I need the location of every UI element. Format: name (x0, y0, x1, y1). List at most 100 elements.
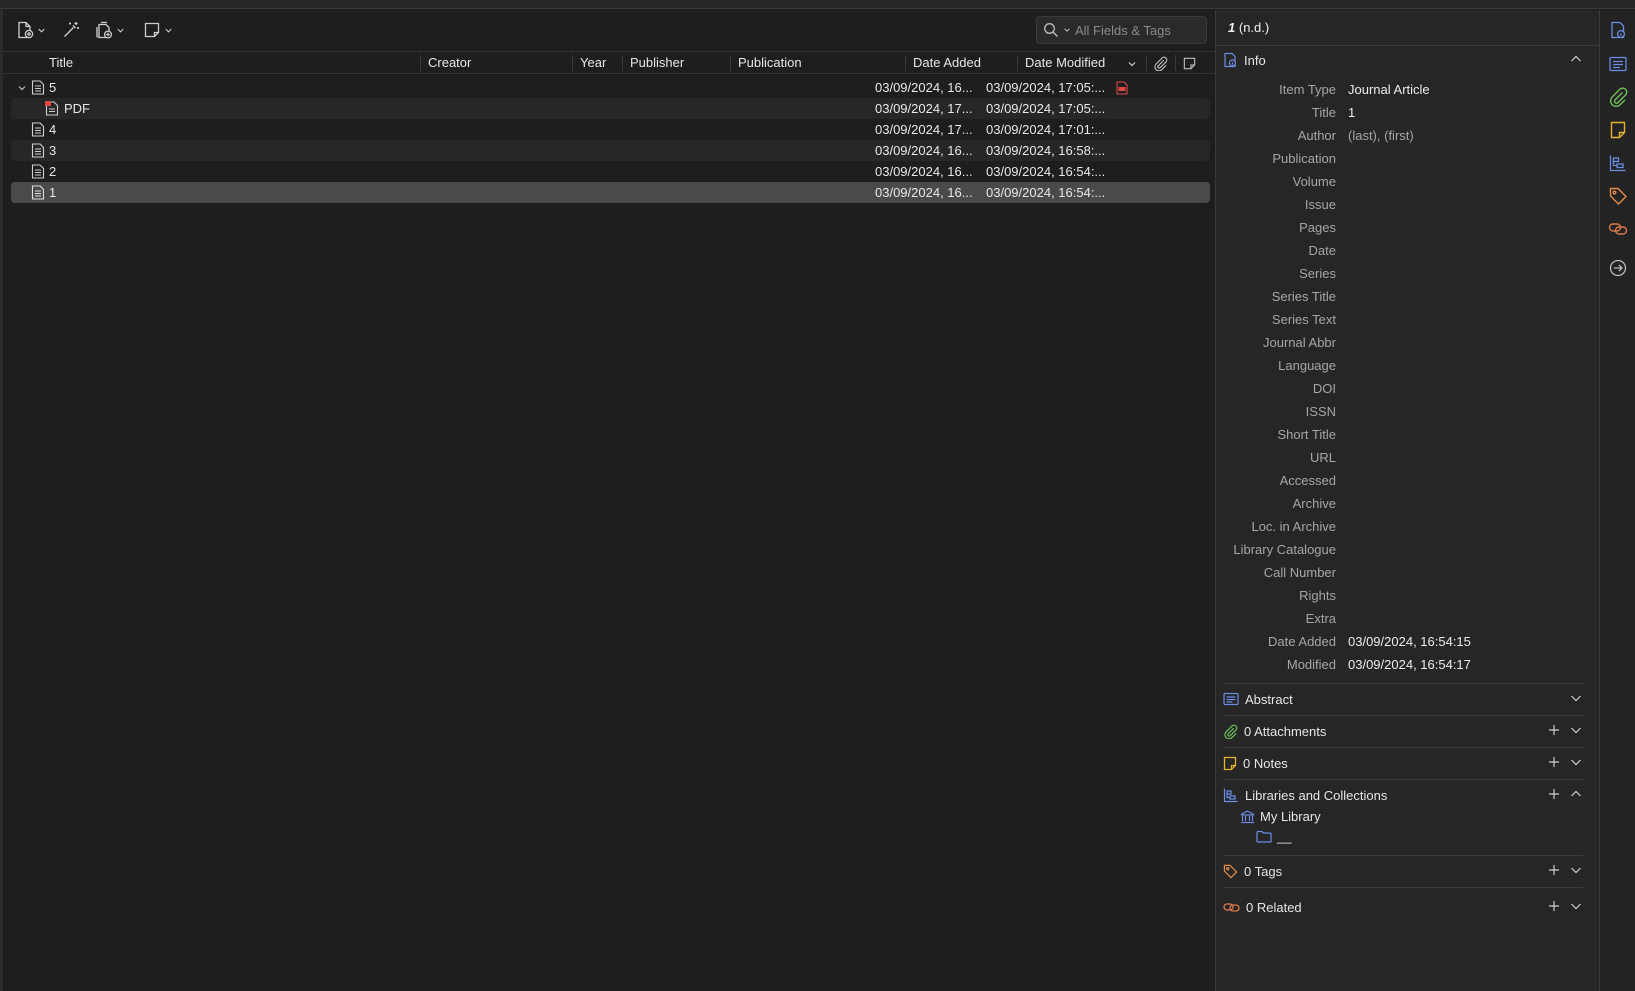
chevron-down-icon[interactable] (1569, 691, 1583, 705)
row-title: 1 (49, 185, 57, 200)
section-title: Info (1244, 52, 1266, 68)
table-row[interactable]: 3 03/09/2024, 16... 03/09/2024, 16:58:..… (11, 140, 1210, 161)
attachments-column-icon[interactable] (1153, 56, 1168, 71)
add-by-identifier-button[interactable] (61, 18, 81, 42)
chevron-down-icon[interactable] (1569, 755, 1583, 769)
info-nav-icon[interactable] (1608, 20, 1628, 40)
section-title: 0 Tags (1244, 863, 1283, 879)
search-mode-chevron-icon[interactable] (1063, 26, 1071, 34)
library-row[interactable]: My Library (1240, 809, 1321, 824)
add-icon[interactable] (1547, 863, 1561, 877)
add-icon[interactable] (1547, 899, 1561, 913)
column-divider[interactable] (420, 55, 421, 71)
row-title: PDF (64, 101, 90, 116)
item-pane: 1 (n.d.) Info Item Type Journal Article … (1215, 10, 1599, 991)
add-attachment-button[interactable] (94, 18, 125, 42)
section-title: Abstract (1245, 691, 1293, 707)
new-note-button[interactable] (142, 18, 173, 42)
column-divider[interactable] (1175, 55, 1176, 71)
column-publisher[interactable]: Publisher (624, 52, 728, 74)
column-divider[interactable] (1017, 55, 1018, 71)
notes-nav-icon[interactable] (1608, 120, 1628, 140)
field-label-volume: Volume (1292, 174, 1336, 189)
field-label-series: Series (1299, 266, 1336, 281)
section-libraries-header[interactable]: Libraries and Collections (1223, 783, 1583, 807)
chevron-up-icon[interactable] (1569, 787, 1583, 801)
column-date-added[interactable]: Date Added (907, 52, 1015, 74)
column-publication[interactable]: Publication (732, 52, 902, 74)
pdf-attachment-icon[interactable] (1116, 81, 1128, 95)
chevron-up-icon[interactable] (1569, 52, 1583, 66)
libraries-collections-nav-icon[interactable] (1608, 153, 1628, 173)
add-icon[interactable] (1547, 787, 1561, 801)
document-icon (31, 143, 45, 158)
field-value-author[interactable]: (last), (first) (1348, 128, 1414, 143)
section-divider (1223, 747, 1583, 748)
table-row[interactable]: 2 03/09/2024, 16... 03/09/2024, 16:54:..… (11, 161, 1210, 182)
column-divider[interactable] (572, 55, 573, 71)
column-year[interactable]: Year (574, 52, 622, 74)
search-input[interactable] (1075, 22, 1195, 38)
row-date-modified: 03/09/2024, 16:58:... (986, 143, 1106, 158)
column-title[interactable]: Title (43, 52, 403, 74)
row-date-added: 03/09/2024, 16... (875, 143, 973, 158)
field-label-short-title: Short Title (1277, 427, 1336, 442)
sort-descending-icon[interactable] (1127, 59, 1137, 69)
column-divider[interactable] (1146, 55, 1147, 71)
row-title: 5 (49, 80, 57, 95)
add-icon[interactable] (1547, 723, 1561, 737)
table-row[interactable]: 5 03/09/2024, 16... 03/09/2024, 17:05:..… (11, 77, 1210, 98)
field-label-url: URL (1309, 450, 1336, 465)
document-icon (31, 80, 45, 95)
field-label-title: Title (1311, 105, 1336, 120)
tags-nav-icon[interactable] (1608, 186, 1628, 206)
chevron-down-icon[interactable] (1569, 863, 1583, 877)
field-value-item-type[interactable]: Journal Article (1348, 82, 1430, 97)
field-label-pages: Pages (1299, 220, 1336, 235)
notes-column-icon[interactable] (1182, 56, 1197, 71)
items-pane: Title Creator Year Publisher Publication… (3, 10, 1215, 991)
section-attachments-header[interactable]: 0 Attachments (1223, 719, 1583, 743)
column-creator[interactable]: Creator (422, 52, 562, 74)
expand-twisty-icon[interactable] (17, 83, 27, 93)
section-tags-header[interactable]: 0 Tags (1223, 859, 1583, 883)
field-label-language: Language (1278, 358, 1336, 373)
section-abstract-header[interactable]: Abstract (1223, 687, 1583, 711)
section-notes-header[interactable]: 0 Notes (1223, 751, 1583, 775)
column-date-modified[interactable]: Date Modified (1019, 52, 1129, 74)
table-row[interactable]: PDF 03/09/2024, 17... 03/09/2024, 17:05:… (11, 98, 1210, 119)
collection-name: __ (1277, 829, 1292, 844)
search-icon[interactable] (1043, 22, 1059, 38)
row-date-added: 03/09/2024, 17... (875, 122, 973, 137)
column-divider[interactable] (905, 55, 906, 71)
chevron-down-icon[interactable] (1569, 723, 1583, 737)
field-value-title[interactable]: 1 (1348, 105, 1355, 120)
related-nav-icon[interactable] (1608, 219, 1628, 239)
column-divider[interactable] (622, 55, 623, 71)
field-label-date: Date (1308, 243, 1336, 258)
field-label-series-title: Series Title (1271, 289, 1336, 304)
locate-nav-icon[interactable] (1608, 258, 1628, 278)
abstract-nav-icon[interactable] (1608, 54, 1628, 74)
section-related-header[interactable]: 0 Related (1223, 895, 1583, 919)
document-icon (31, 185, 45, 200)
table-row[interactable]: 4 03/09/2024, 17... 03/09/2024, 17:01:..… (11, 119, 1210, 140)
document-icon (31, 122, 45, 137)
section-title: 0 Related (1246, 899, 1302, 915)
section-info-header[interactable]: Info (1223, 48, 1583, 72)
collection-row[interactable]: __ (1256, 829, 1291, 844)
chevron-down-icon[interactable] (1569, 899, 1583, 913)
new-item-button[interactable] (15, 18, 46, 42)
row-date-added: 03/09/2024, 16... (875, 164, 973, 179)
column-divider[interactable] (730, 55, 731, 71)
document-icon (31, 164, 45, 179)
row-date-modified: 03/09/2024, 17:05:... (986, 80, 1106, 95)
section-title: Libraries and Collections (1245, 787, 1388, 803)
search-box[interactable] (1036, 16, 1207, 44)
table-row-selected[interactable]: 1 03/09/2024, 16... 03/09/2024, 16:54:..… (11, 182, 1210, 203)
item-header-title[interactable]: 1 (1228, 20, 1235, 35)
library-icon (1240, 809, 1255, 823)
field-label-accessed: Accessed (1279, 473, 1336, 488)
add-icon[interactable] (1547, 755, 1561, 769)
attachments-nav-icon[interactable] (1608, 87, 1628, 107)
